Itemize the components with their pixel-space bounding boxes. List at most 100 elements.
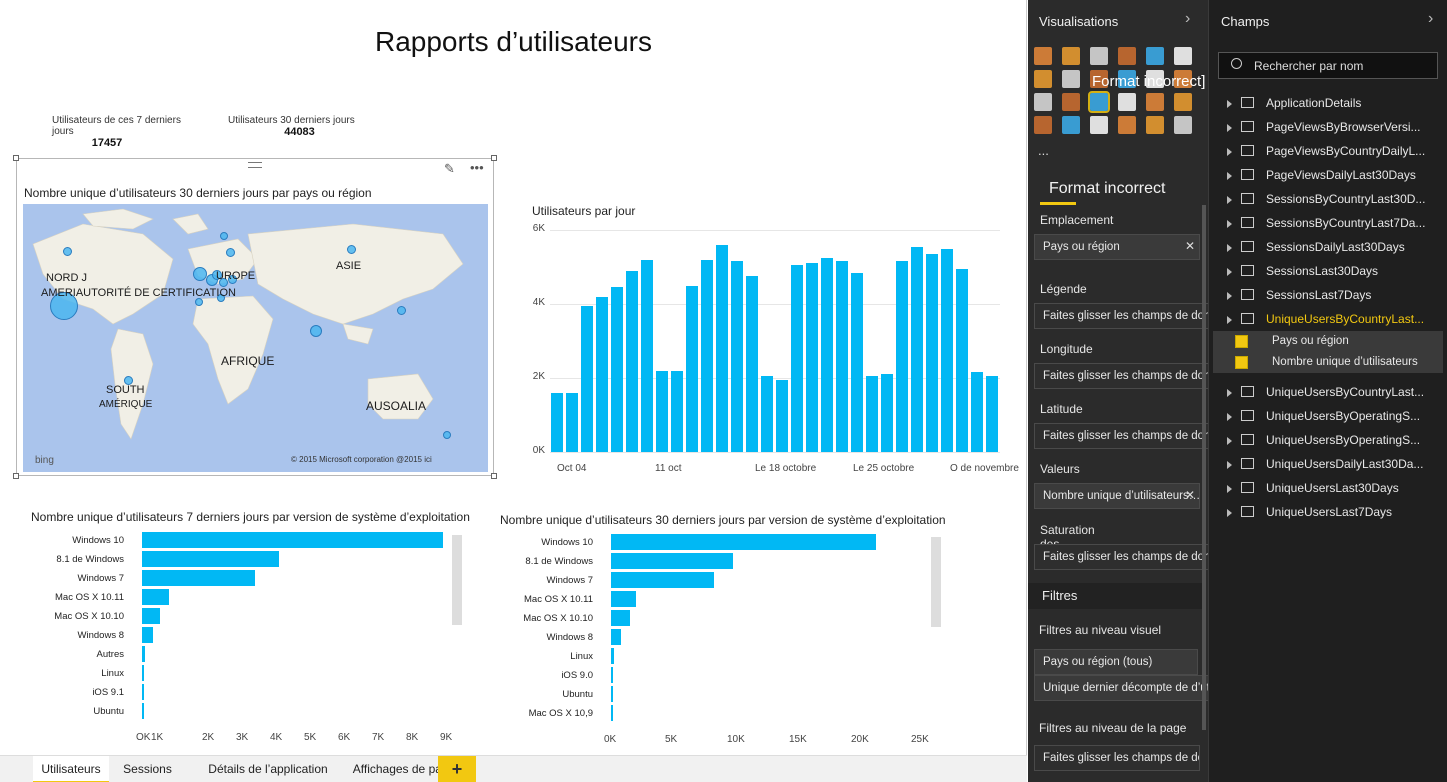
day-bar[interactable] [581, 305, 593, 452]
day-bar[interactable] [926, 254, 938, 452]
field-table-item[interactable]: SessionsLast7Days [1266, 288, 1371, 302]
tab-details-application[interactable]: Détails de l’application [200, 756, 336, 782]
visual-type-icon[interactable] [1118, 47, 1136, 65]
tab-sessions[interactable]: Sessions [110, 756, 185, 782]
os-bar[interactable] [142, 703, 144, 719]
field-table-item[interactable]: PageViewsDailyLast30Days [1266, 168, 1416, 182]
visual-type-icon[interactable] [1146, 116, 1164, 134]
map-bubble[interactable] [193, 267, 207, 281]
expand-chevron-icon[interactable] [1227, 413, 1232, 421]
os-bar[interactable] [142, 627, 154, 643]
add-page-button[interactable]: + [438, 756, 476, 782]
os-bar[interactable] [142, 684, 144, 700]
expand-chevron-icon[interactable] [1227, 437, 1232, 445]
day-bar[interactable] [641, 259, 653, 452]
expand-chevron-icon[interactable] [1227, 196, 1232, 204]
os-bar[interactable] [611, 667, 613, 683]
visual-type-icon[interactable] [1146, 47, 1164, 65]
os7-users-chart[interactable]: Windows 10 8.1 de Windows Windows 7 Mac OS … [20, 530, 465, 750]
remove-field-icon[interactable]: ✕ [1185, 239, 1195, 253]
card-users-7d[interactable]: Utilisateurs de ces 7 derniers jours 174… [32, 115, 192, 149]
os-bar[interactable] [142, 665, 145, 681]
field-table-item[interactable]: SessionsLast30Days [1266, 264, 1378, 278]
visual-type-icon[interactable] [1034, 70, 1052, 88]
well-drop-zone[interactable]: Nombre unique d’utilisateurs… [1034, 483, 1200, 509]
checkbox[interactable] [1235, 335, 1248, 348]
expand-chevron-icon[interactable] [1227, 292, 1232, 300]
map-bubble[interactable] [220, 232, 228, 240]
day-bar[interactable] [716, 244, 728, 452]
pane-scrollbar[interactable] [1202, 205, 1206, 730]
expand-chevron-icon[interactable] [1227, 389, 1232, 397]
os-bar[interactable] [611, 572, 715, 588]
day-bar[interactable] [686, 285, 698, 452]
field-table-item[interactable]: ApplicationDetails [1266, 96, 1361, 110]
map-bubble[interactable] [226, 248, 235, 257]
page-filter-drop-zone[interactable]: Faites glisser les champs de données ici [1034, 745, 1200, 771]
chevron-right-icon[interactable]: › [1428, 10, 1433, 28]
field-table-item[interactable]: PageViewsByCountryDailyL... [1266, 144, 1425, 158]
expand-chevron-icon[interactable] [1227, 100, 1232, 108]
visual-type-icon[interactable] [1062, 93, 1080, 111]
field-table-item[interactable]: UniqueUsersByCountryLast... [1266, 312, 1424, 326]
scrollbar[interactable] [931, 537, 941, 627]
day-bar[interactable] [866, 376, 878, 452]
format-tab[interactable]: Format incorrect [1049, 180, 1165, 198]
visual-type-icon[interactable] [1174, 116, 1192, 134]
expand-chevron-icon[interactable] [1227, 509, 1232, 517]
os-bar[interactable] [611, 591, 636, 607]
os-bar[interactable] [611, 648, 614, 664]
map-bubble[interactable] [310, 325, 322, 337]
visual-type-icon[interactable] [1090, 47, 1108, 65]
map-bubble[interactable] [63, 247, 72, 256]
day-bar[interactable] [671, 370, 683, 452]
expand-chevron-icon[interactable] [1227, 244, 1232, 252]
field-table-item[interactable]: UniqueUsersByCountryLast... [1266, 385, 1424, 399]
visual-type-icon[interactable] [1174, 47, 1192, 65]
field-table-item[interactable]: SessionsByCountryLast7Da... [1266, 216, 1425, 230]
os-bar[interactable] [611, 534, 877, 550]
day-bar[interactable] [836, 261, 848, 452]
expand-chevron-icon[interactable] [1227, 316, 1232, 324]
visual-type-icon[interactable] [1062, 47, 1080, 65]
expand-chevron-icon[interactable] [1227, 461, 1232, 469]
expand-chevron-icon[interactable] [1227, 220, 1232, 228]
field-table-item[interactable]: SessionsByCountryLast30D... [1266, 192, 1425, 206]
os-bar[interactable] [611, 705, 613, 721]
day-bar[interactable] [566, 392, 578, 452]
resize-handle[interactable] [13, 473, 19, 479]
expand-chevron-icon[interactable] [1227, 485, 1232, 493]
day-bar[interactable] [731, 261, 743, 452]
visual-type-icon[interactable] [1118, 116, 1136, 134]
checkbox[interactable] [1235, 356, 1248, 369]
visual-type-icon[interactable] [1062, 116, 1080, 134]
day-bar[interactable] [626, 270, 638, 452]
resize-handle[interactable] [13, 155, 19, 161]
scrollbar[interactable] [452, 535, 462, 625]
map-bubble[interactable] [443, 431, 451, 439]
visual-type-icon[interactable] [1062, 70, 1080, 88]
visual-type-icon[interactable] [1090, 116, 1108, 134]
os30-users-chart[interactable]: Windows 10 8.1 de Windows Windows 7 Mac OS … [490, 532, 935, 750]
day-bar[interactable] [791, 265, 803, 452]
field-table-item[interactable]: UniqueUsersByOperatingS... [1266, 433, 1420, 447]
expand-chevron-icon[interactable] [1227, 172, 1232, 180]
more-visuals[interactable]: ... [1038, 143, 1049, 158]
day-bar[interactable] [881, 374, 893, 452]
day-bar[interactable] [851, 272, 863, 452]
field-table-item[interactable]: UniqueUsersLast7Days [1266, 505, 1392, 519]
visual-type-icon[interactable] [1034, 47, 1052, 65]
drag-grip-icon[interactable] [248, 162, 262, 168]
os-bar[interactable] [142, 551, 279, 567]
map-bubble[interactable] [347, 245, 356, 254]
card-users-30d[interactable]: Utilisateurs 30 derniers jours 44083 [212, 115, 362, 145]
visual-type-icon[interactable] [1088, 91, 1110, 113]
daily-users-chart[interactable]: 0K 2K 4K 6K Oct 04 11 oct Le 18 octobre Le 25 o… [525, 222, 1019, 482]
day-bar[interactable] [806, 263, 818, 452]
os-bar[interactable] [142, 608, 160, 624]
field-table-item[interactable]: UniqueUsersByOperatingS... [1266, 409, 1420, 423]
more-options-icon[interactable]: ••• [470, 160, 484, 175]
day-bar[interactable] [911, 246, 923, 452]
os-bar[interactable] [611, 553, 734, 569]
os-bar[interactable] [611, 610, 631, 626]
